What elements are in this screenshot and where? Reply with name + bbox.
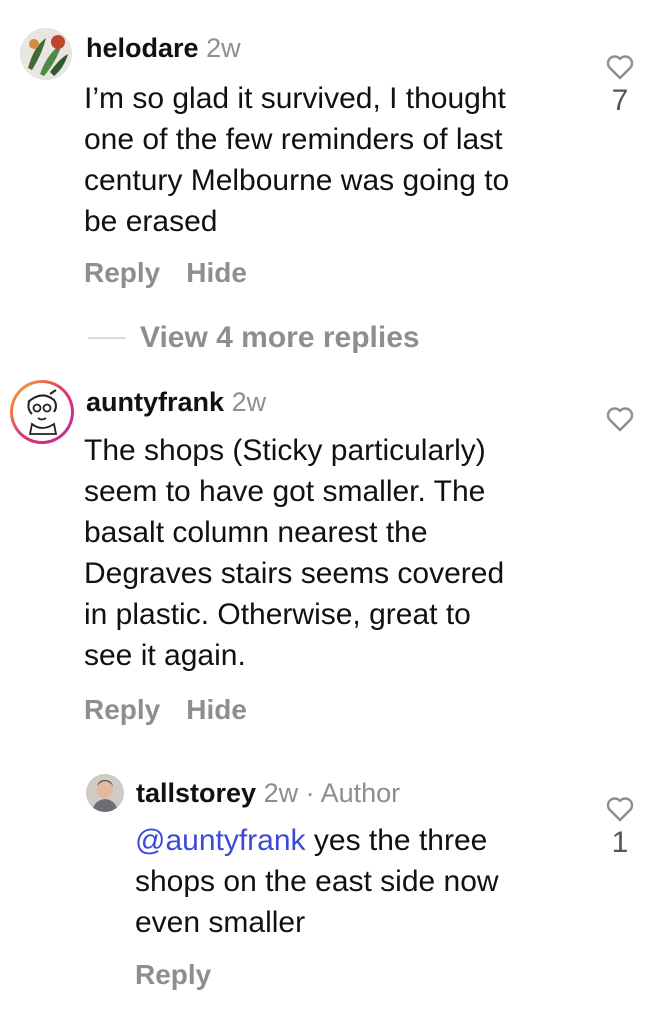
- like-control[interactable]: 1: [600, 796, 640, 860]
- comment-line: be erased: [84, 205, 218, 238]
- heart-icon[interactable]: [606, 796, 634, 822]
- username[interactable]: tallstorey: [136, 778, 256, 808]
- comment-line: century Melbourne was going to: [84, 164, 510, 197]
- comment-line: basalt column nearest the: [84, 516, 428, 549]
- mention-link[interactable]: @auntyfrank: [135, 824, 306, 857]
- username[interactable]: helodare: [86, 33, 199, 63]
- heart-icon[interactable]: [606, 406, 634, 432]
- avatar-tallstorey[interactable]: [86, 774, 124, 812]
- like-count: 7: [611, 84, 629, 117]
- comment-text: The shops (Sticky particularly) seem to …: [84, 430, 504, 676]
- comment-line: seem to have got smaller. The: [84, 475, 486, 508]
- reply-button[interactable]: Reply: [84, 693, 160, 727]
- comment-actions: Reply Hide: [84, 693, 273, 727]
- avatar-helodare[interactable]: [20, 28, 72, 80]
- hide-button[interactable]: Hide: [186, 693, 247, 727]
- like-control[interactable]: [600, 406, 640, 432]
- comment-line: The shops (Sticky particularly): [84, 434, 486, 467]
- comment-line: Degraves stairs seems covered: [84, 557, 505, 590]
- comment-line: in plastic. Otherwise, great to: [84, 598, 471, 631]
- comment-line: I’m so glad it survived, I thought: [84, 82, 506, 115]
- comment-line: even smaller: [135, 906, 306, 939]
- reply-button[interactable]: Reply: [84, 256, 160, 290]
- timestamp: 2w: [206, 33, 241, 63]
- comment-line: one of the few reminders of last: [84, 123, 503, 156]
- view-more-label[interactable]: View 4 more replies: [140, 321, 420, 355]
- divider-line: [88, 337, 126, 339]
- comment-meta: tallstorey 2w · Author: [136, 777, 400, 809]
- leaf-avatar-icon: [20, 28, 72, 80]
- comment-meta: auntyfrank 2w: [86, 386, 266, 418]
- username[interactable]: auntyfrank: [86, 387, 224, 417]
- timestamp: 2w: [263, 778, 299, 808]
- comment-actions: Reply: [135, 958, 237, 992]
- comment-line: @auntyfrank yes the three: [135, 820, 499, 861]
- hide-button[interactable]: Hide: [186, 256, 247, 290]
- view-more-replies[interactable]: View 4 more replies: [88, 318, 420, 358]
- timestamp: 2w: [231, 387, 267, 417]
- avatar-auntyfrank[interactable]: [10, 380, 74, 444]
- like-count: 1: [611, 826, 629, 859]
- comment-line-text: yes the three: [305, 824, 488, 857]
- person-avatar-icon: [86, 774, 124, 812]
- comment-line: shops on the east side now: [135, 865, 499, 898]
- like-control[interactable]: 7: [600, 54, 640, 118]
- comment-meta: helodare 2w: [86, 32, 241, 64]
- comment-text: I’m so glad it survived, I thought one o…: [84, 78, 509, 242]
- heart-icon[interactable]: [606, 54, 634, 80]
- comment-line: see it again.: [84, 639, 246, 672]
- author-tag: · Author: [305, 778, 401, 808]
- comment-actions: Reply Hide: [84, 256, 273, 290]
- sketch-avatar-icon: [17, 387, 67, 437]
- comment-text: @auntyfrank yes the three shops on the e…: [135, 820, 499, 943]
- reply-button[interactable]: Reply: [135, 958, 211, 992]
